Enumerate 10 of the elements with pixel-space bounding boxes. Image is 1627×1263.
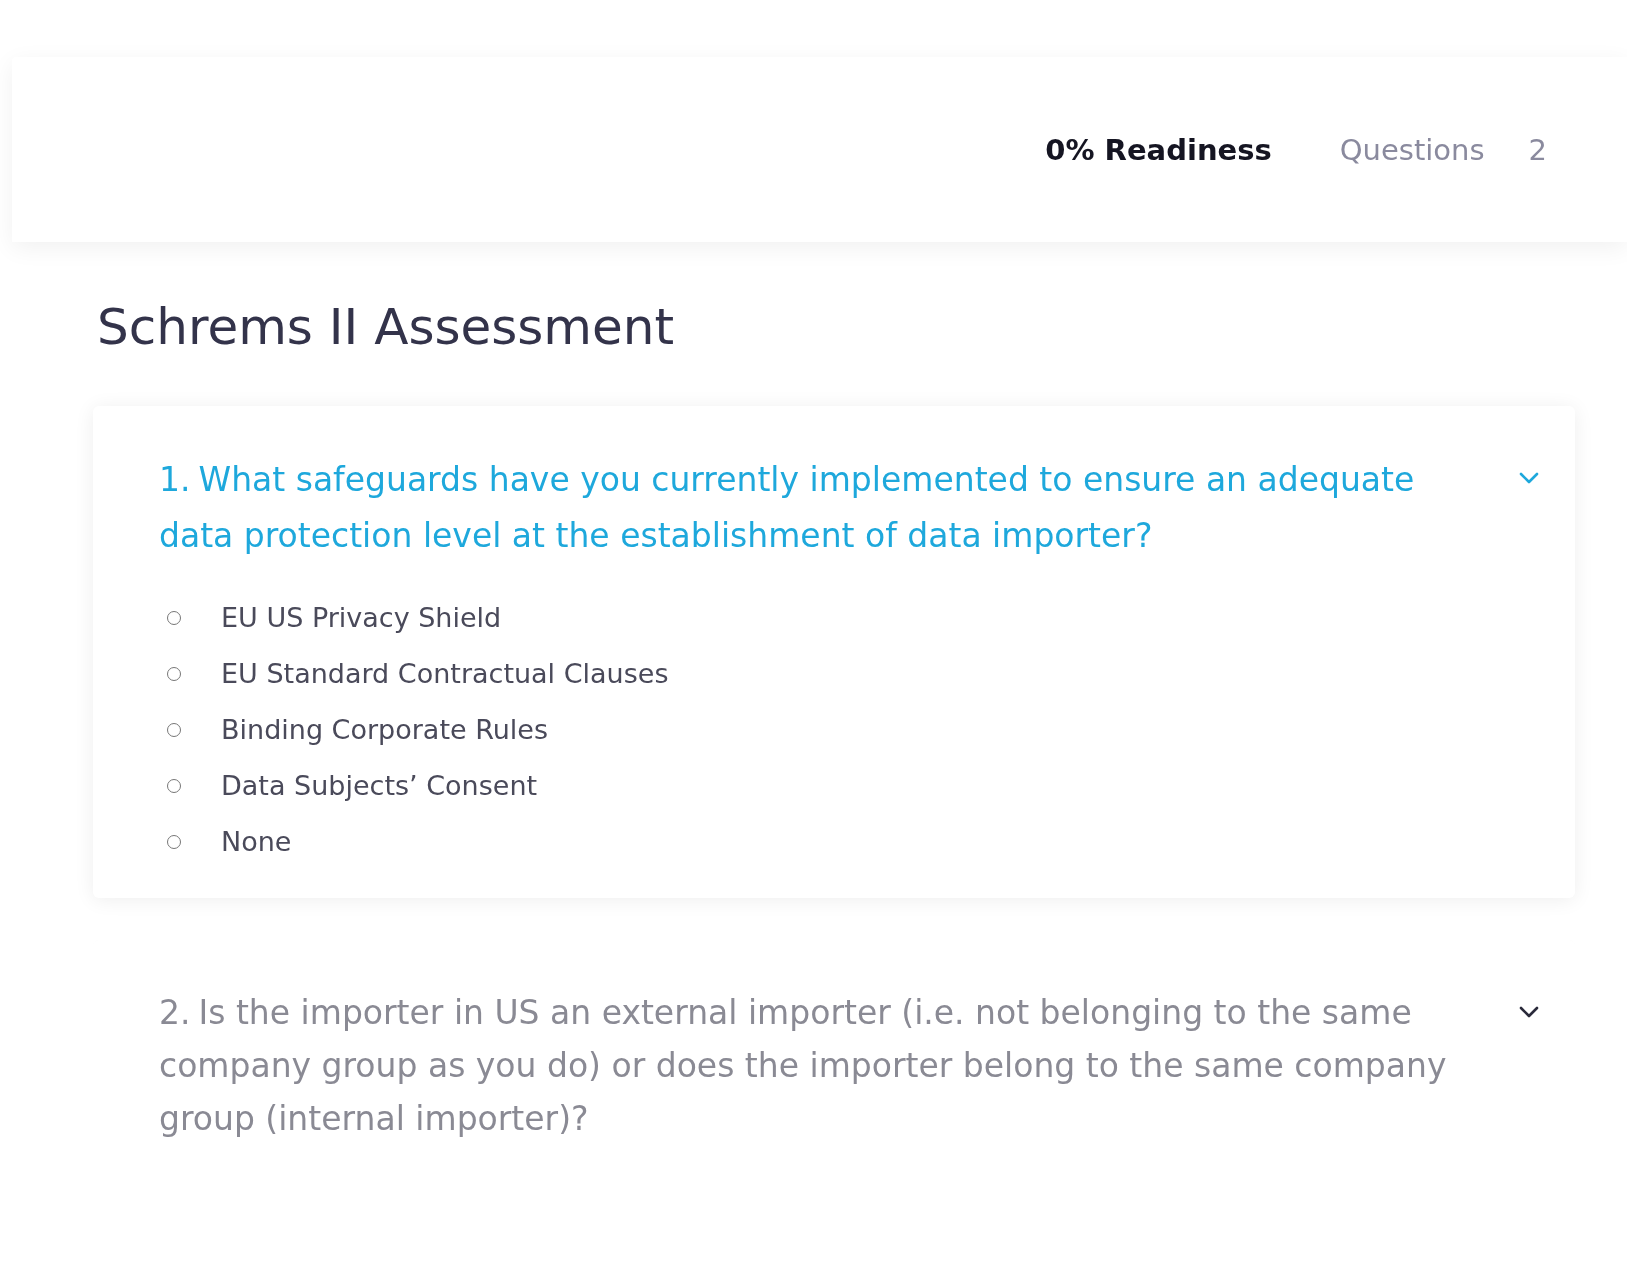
radio-option[interactable]: EU US Privacy Shield bbox=[159, 602, 1539, 634]
radio-option[interactable]: None bbox=[159, 826, 1539, 858]
chevron-down-icon[interactable] bbox=[1519, 1006, 1539, 1018]
radio-option[interactable]: Binding Corporate Rules bbox=[159, 714, 1539, 746]
questions-count: 2 bbox=[1528, 132, 1547, 167]
questions-label: Questions bbox=[1339, 132, 1485, 167]
radio-option[interactable]: Data Subjects’ Consent bbox=[159, 770, 1539, 802]
radio-option[interactable]: EU Standard Contractual Clauses bbox=[159, 658, 1539, 690]
page-title: Schrems II Assessment bbox=[97, 298, 676, 356]
readiness-label: 0% Readiness bbox=[1045, 132, 1272, 167]
